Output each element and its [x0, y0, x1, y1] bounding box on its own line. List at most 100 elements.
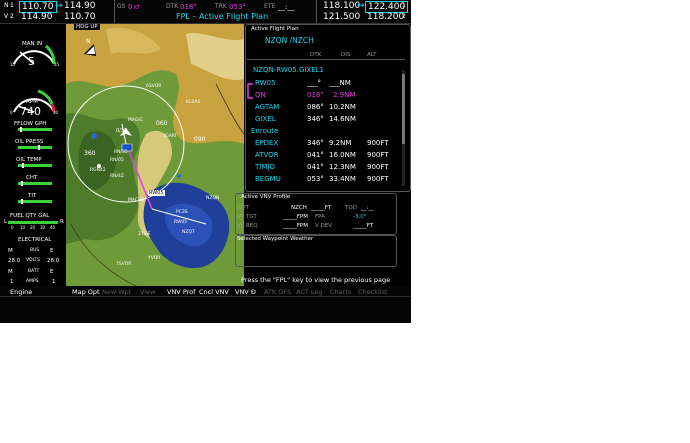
rpm-max: 30 [53, 110, 59, 115]
softkey-map-opt[interactable]: Map Opt [72, 288, 100, 296]
waypoint-label[interactable]: 6SVOR [146, 84, 161, 89]
fpl-header: Active Flight Plan [251, 26, 299, 32]
fpl-scrollbar[interactable] [402, 70, 405, 186]
batt-m-value: 1 [10, 279, 14, 285]
oil-temp-pointer [22, 163, 24, 168]
softkey-charts[interactable]: Charts [330, 288, 351, 296]
divider [0, 296, 411, 297]
waypoint-label[interactable]: NZQT [182, 230, 195, 235]
waypoint-label[interactable]: RN/05 [110, 158, 124, 163]
ete-label: ETE [264, 3, 276, 10]
com2-num: 2 [402, 13, 406, 20]
wpt-dtk: 053° [307, 175, 324, 183]
softkey-new-wpt[interactable]: New Wpt [102, 288, 131, 296]
softkey-atk-ofs[interactable]: ATK OFS [264, 288, 291, 296]
list-item[interactable]: QN 018° 2.9NM [245, 91, 395, 103]
vnv-vstgt-label: VS TGT [237, 214, 257, 220]
fpl-route[interactable]: NZQN /NZCH [265, 36, 314, 45]
waypoint-list[interactable]: RW05 ___° ___NM QN 018° 2.9NM AGTAM 086°… [245, 79, 405, 187]
fflow-label: FFLOW GPH [14, 121, 47, 127]
dtk-label: DTK [166, 3, 179, 10]
nav2-active-freq[interactable]: 114.90 [21, 12, 53, 22]
waypoint-label[interactable]: RW05 [148, 190, 165, 196]
list-item[interactable]: RW05 ___° ___NM [245, 79, 395, 91]
softkey-vnv-direct[interactable]: VNV Ð [235, 288, 256, 296]
bus-label: BUS [30, 248, 40, 253]
waypoint-label[interactable]: 2TSIE [138, 232, 151, 237]
waypoint-label[interactable]: MAGIC [128, 118, 143, 123]
trk-label: TRK [215, 3, 227, 10]
wpt-dis: ___NM [329, 79, 351, 87]
flight-plan-panel: Active Flight Plan NZQN /NZCH DTK DIS AL… [235, 24, 411, 286]
waypoint-label[interactable]: KLSAS [186, 100, 200, 105]
waypoint-label[interactable]: IGARI [164, 134, 176, 139]
list-item[interactable]: Enroute [245, 127, 395, 139]
batt-e-value: 1 [52, 279, 56, 285]
com-swap-arrow[interactable]: ↔ [357, 1, 365, 11]
manin-label: MAN IN [22, 41, 43, 47]
com2-active-freq[interactable]: 121.500 [323, 12, 360, 22]
vnv-fpa-value[interactable]: -3.0° [353, 214, 366, 220]
wpt-name: Enroute [251, 127, 279, 135]
waypoint-label[interactable]: PC3S [176, 210, 188, 215]
wpt-name: GIXEL [255, 115, 276, 123]
fuel-qty-label: FUEL QTY GAL [10, 213, 50, 219]
vnv-tod-value: __:__ [361, 205, 374, 211]
waypoint-label[interactable]: YVOR [148, 256, 160, 261]
wpt-dis: 9.2NM [329, 139, 352, 147]
softkey-checklist[interactable]: Checklist [358, 288, 388, 296]
nav2-label: V [4, 13, 9, 20]
heading-up-indicator[interactable]: HDG UP [74, 24, 100, 30]
fuel-left-label: L [4, 219, 8, 225]
list-item[interactable]: ATVOR 041° 16.0NM 900FT [245, 151, 395, 163]
nav1-standby-freq[interactable]: 114.90 [64, 1, 96, 11]
cht-label: CHT [26, 175, 38, 181]
col-dis-header: DIS [341, 52, 351, 58]
dtk-value: 018° [180, 3, 197, 11]
waypoint-label[interactable]: RGN42 [90, 168, 106, 173]
bus-m-value: 28.0 [8, 258, 21, 264]
nav2-standby-freq[interactable]: 110.70 [64, 12, 96, 22]
wpt-dtk: 346° [307, 139, 324, 147]
waypoint-label[interactable]: 7SVOR [116, 262, 131, 267]
moving-map[interactable]: HDG UP N 360 060 090 0/30 RW05 MAGIC IGA… [66, 24, 244, 286]
engine-indication-strip: MAN IN 5 10 35 RPM 740 0 30 FFLOW GPH OI… [0, 24, 66, 286]
waypoint-label[interactable]: RN/4Z [110, 174, 124, 179]
nav-swap-arrow[interactable]: ↔ [55, 1, 63, 11]
wpt-dtk: 041° [307, 163, 324, 171]
rpm-min: 0 [10, 110, 13, 115]
vnv-vsreq-label: VS REQ [237, 223, 258, 229]
list-item[interactable]: AGTAM 086° 10.2NM [245, 103, 395, 115]
list-item[interactable]: BEGMU 053° 33.4NM 900FT [245, 175, 395, 187]
com1-active-freq[interactable]: 118.100 [323, 1, 360, 11]
wpt-name: ATVOR [255, 151, 279, 159]
list-item[interactable]: EPDEX 346° 9.2NM 900FT [245, 139, 395, 151]
softkey-engine[interactable]: Engine [10, 288, 32, 296]
list-item[interactable]: GIXEL 346° 14.6NM [245, 115, 395, 127]
procedure-name[interactable]: NZQN-RW05.GIXEL1 [253, 66, 324, 74]
waypoint-label[interactable]: MACHE [128, 198, 144, 203]
wpt-name: QN [255, 91, 266, 99]
wpt-alt: 900FT [367, 151, 389, 159]
wpt-dis: 16.0NM [329, 151, 356, 159]
fuel-tick: 0 [11, 225, 14, 230]
elec-e-label: E [50, 248, 54, 254]
wpt-dtk: 041° [307, 151, 324, 159]
softkey-cncl-vnv[interactable]: Cncl VNV [199, 288, 229, 296]
fpl-scrollbar-thumb[interactable] [402, 74, 405, 144]
volts-label: VOLTS [26, 258, 41, 263]
softkey-vnv-prof[interactable]: VNV Prof [167, 288, 195, 296]
waypoint-label[interactable]: RW05 [174, 220, 187, 225]
com2-standby-freq[interactable]: 118.200 [367, 12, 404, 22]
waypoint-label[interactable]: RN/35 [114, 150, 128, 155]
mfd-screen: N 1 V 2 110.70 ↔ 114.90 114.90 110.70 GS… [0, 0, 411, 323]
softkey-view[interactable]: View [140, 288, 155, 296]
nav2-num: 2 [10, 13, 14, 20]
col-alt-header: ALT [367, 52, 377, 58]
softkey-bar: Engine Map Opt New Wpt View VNV Prof Cnc… [0, 286, 411, 323]
list-item[interactable]: TIMJO 041° 12.3NM 900FT [245, 163, 395, 175]
wpt-name: BEGMU [255, 175, 281, 183]
softkey-act-leg[interactable]: ACT Leg [296, 288, 323, 296]
elec-e-label: E [50, 269, 54, 275]
waypoint-label[interactable]: NZQN [206, 196, 219, 201]
